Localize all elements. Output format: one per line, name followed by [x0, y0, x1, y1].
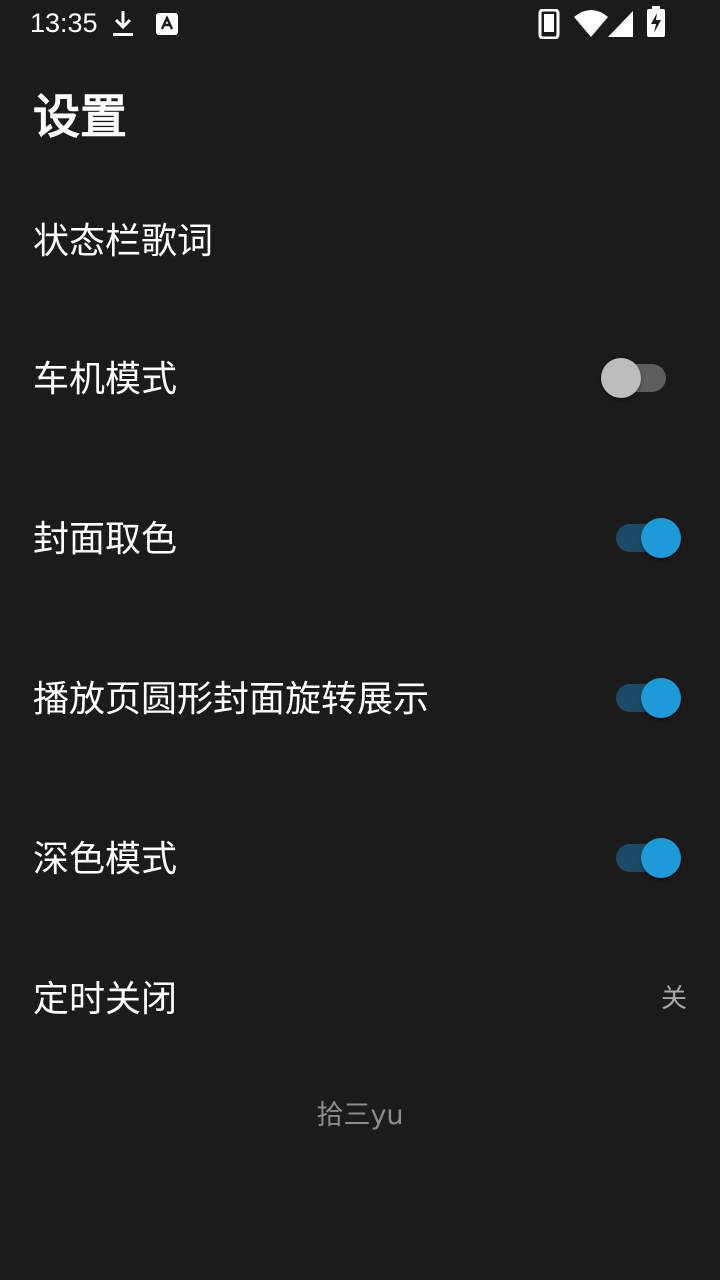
setting-sleep-timer[interactable]: 定时关闭 关	[0, 939, 720, 1059]
setting-label: 深色模式	[33, 839, 178, 880]
footer-credit: 拾三yu	[316, 1100, 404, 1131]
page-title: 设置	[33, 90, 127, 145]
setting-rotating-cover[interactable]: 播放页圆形封面旋转展示	[0, 639, 720, 759]
switch-thumb	[641, 518, 681, 558]
setting-dark-mode[interactable]: 深色模式	[0, 799, 720, 919]
setting-label: 车机模式	[33, 359, 178, 400]
status-time: 13:35	[30, 8, 98, 38]
car-mode-switch[interactable]	[601, 357, 684, 401]
setting-cover-color[interactable]: 封面取色	[0, 479, 720, 599]
battery-charging-icon	[645, 6, 667, 42]
switch-thumb	[641, 838, 681, 878]
signal-icon	[607, 9, 635, 43]
switch-thumb	[641, 678, 681, 718]
download-icon	[111, 9, 135, 43]
setting-car-mode[interactable]: 车机模式	[0, 319, 720, 439]
setting-label: 定时关闭	[33, 979, 178, 1020]
sleep-timer-value: 关	[660, 984, 687, 1014]
cover-color-switch[interactable]	[616, 517, 684, 561]
a-badge-icon	[155, 12, 179, 40]
setting-label: 状态栏歌词	[33, 221, 214, 262]
rotating-cover-switch[interactable]	[616, 677, 684, 721]
setting-label: 播放页圆形封面旋转展示	[33, 679, 430, 720]
wifi-icon	[573, 9, 609, 43]
setting-status-bar-lyrics[interactable]: 状态栏歌词	[0, 182, 720, 302]
dark-mode-switch[interactable]	[616, 837, 684, 881]
switch-thumb	[601, 358, 641, 398]
phone-icon	[538, 8, 560, 43]
setting-label: 封面取色	[33, 519, 178, 560]
status-bar: 13:35	[0, 0, 720, 48]
